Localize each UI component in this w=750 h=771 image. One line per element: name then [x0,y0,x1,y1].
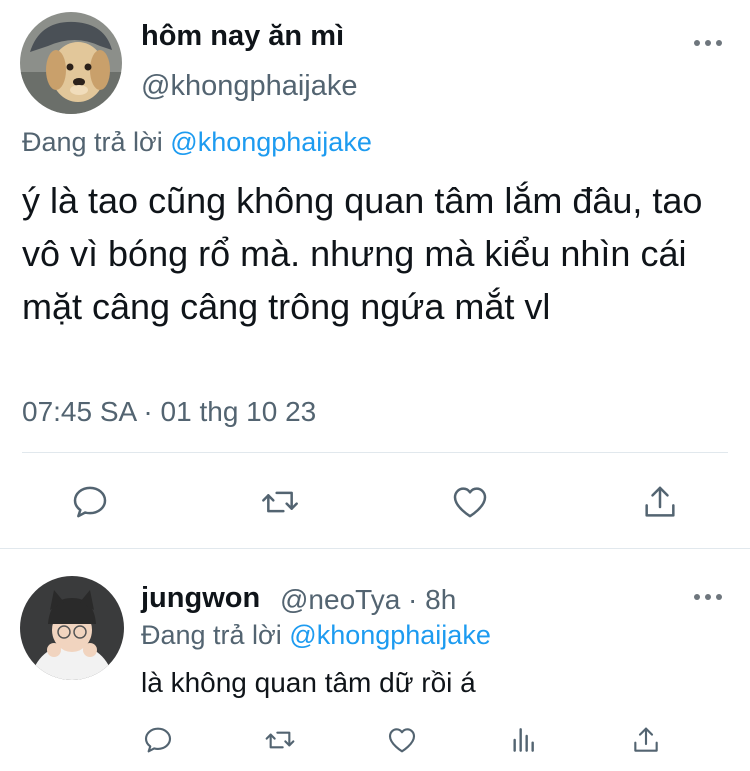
replying-to-mention[interactable]: @khongphaijake [170,127,372,157]
like-icon[interactable] [386,724,418,756]
main-tweet: hôm nay ăn mì @khongphaijake Đang trả lờ… [0,0,750,548]
author-handle[interactable]: @khongphaijake [141,70,357,103]
reply-avatar[interactable] [20,576,124,680]
more-options-icon[interactable] [694,40,722,46]
reply-text: là không quan tâm dữ rồi á [141,667,476,698]
share-icon[interactable] [640,482,680,522]
author-name[interactable]: hôm nay ăn mì [141,20,344,53]
replying-to-label: Đang trả lời [141,620,282,650]
reply-icon[interactable] [70,482,110,522]
reply-author-meta[interactable]: @neoTya · 8h [280,584,456,616]
tweet-timestamp[interactable]: 07:45 SA · 01 thg 10 23 [22,396,316,428]
like-icon[interactable] [450,482,490,522]
replying-to: Đang trả lời @khongphaijake [22,127,372,158]
more-options-icon[interactable] [694,594,722,600]
avatar[interactable] [20,12,122,114]
retweet-icon[interactable] [260,482,300,522]
tweet-text: ý là tao cũng không quan tâm lắm đâu, ta… [22,180,703,327]
replying-to-mention[interactable]: @khongphaijake [289,620,491,650]
replying-to-label: Đang trả lời [22,127,163,157]
section-divider [0,548,750,549]
reply-replying-to: Đang trả lời @khongphaijake [141,620,491,651]
tweet-thread: hôm nay ăn mì @khongphaijake Đang trả lờ… [0,0,750,771]
retweet-icon[interactable] [264,724,296,756]
share-icon[interactable] [630,724,662,756]
reply-author-name[interactable]: jungwon [141,582,260,615]
reply-icon[interactable] [142,724,174,756]
divider [22,452,728,453]
analytics-icon[interactable] [508,724,540,756]
